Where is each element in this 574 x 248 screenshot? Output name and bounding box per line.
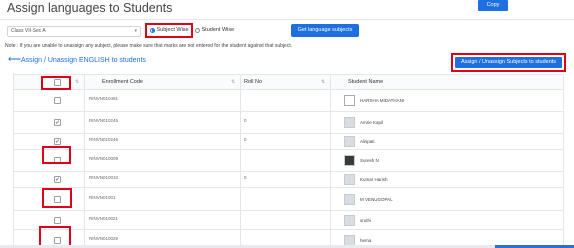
name-cell: sruthi [331, 211, 563, 229]
student-name: hema [360, 238, 372, 243]
table-row: RINVN010491 HARSHA MIDATHANI [14, 89, 563, 111]
broken-image-icon [344, 95, 355, 106]
radio-student-wise-label: Student Wise [201, 27, 235, 33]
highlight-checkbox-row-6 [42, 188, 72, 208]
student-name: HARSHA MIDATHANI [360, 98, 405, 103]
table-row: RINVN010010 0 Kumar Harish [14, 171, 563, 187]
assign-unassign-button[interactable]: Assign / Unassign Subjects to students [455, 57, 562, 68]
radio-unselected-icon [195, 27, 200, 33]
roll-cell: 0 [241, 112, 331, 133]
name-cell: HARSHA MIDATHANI [331, 90, 563, 111]
column-header-roll: Roll No [244, 79, 263, 85]
roll-number: 0 [244, 175, 247, 180]
students-table: ⇅ Enrollment Code ⇅ Roll No ⇅ Student Na… [13, 74, 564, 248]
name-cell: Alispati [331, 134, 563, 149]
avatar [344, 117, 355, 128]
filter-bar: Class VII-Sec A ▾ Subject Wise Student W… [0, 20, 574, 42]
roll-cell: 0 [241, 134, 331, 149]
radio-selected-icon [150, 27, 155, 33]
enrollment-cell: RINVN010246 [85, 134, 241, 149]
radio-subject-wise[interactable]: Subject Wise [150, 27, 189, 33]
row-checkbox[interactable] [54, 138, 61, 145]
student-name: M VENUGOPAL [360, 197, 393, 202]
copy-button[interactable]: Copy [478, 0, 508, 11]
roll-number: 0 [244, 137, 247, 142]
sort-icon[interactable]: ⇅ [75, 80, 80, 85]
sort-icon[interactable]: ⇅ [231, 80, 236, 85]
enrollment-code: RINVN010491 [89, 96, 119, 101]
header-name-cell: Student Name [331, 75, 563, 89]
enrollment-cell: RINVN010021 [85, 211, 241, 229]
note-text: Note : If you are unable to unassign any… [5, 43, 293, 49]
student-name: Amrie Kapil [360, 120, 384, 125]
highlight-assign-button: Assign / Unassign Subjects to students [451, 53, 566, 72]
avatar [344, 136, 355, 147]
roll-cell: 0 [241, 172, 331, 187]
enrollment-code: RINVN010029 [89, 236, 119, 241]
table-row: RINVN010245 0 Amrie Kapil [14, 111, 563, 133]
enrollment-cell: RINVN010491 [85, 90, 241, 111]
table-row: RINVN010246 0 Alispati [14, 133, 563, 149]
roll-cell [241, 211, 331, 229]
table-row: RINVN010021 sruthi [14, 210, 563, 229]
enrollment-code: RINVN010021 [89, 216, 119, 221]
avatar [344, 194, 355, 205]
table-row: RINVN01001 M VENUGOPAL [14, 187, 563, 210]
student-name: Alispati [360, 139, 375, 144]
select-cell [14, 112, 85, 133]
enrollment-cell: RINVN010010 [85, 172, 241, 187]
radio-student-wise[interactable]: Student Wise [195, 27, 234, 33]
roll-cell [241, 150, 331, 171]
enrollment-cell: RINVN01001 [85, 188, 241, 210]
page-header: Assign languages to Students Copy [0, 0, 574, 20]
section-header: ⟵ Assign / Unassign ENGLISH to students … [0, 52, 574, 72]
name-cell: M VENUGOPAL [331, 188, 563, 210]
roll-cell [241, 90, 331, 111]
student-name: sruthi [360, 218, 372, 223]
roll-number: 0 [244, 118, 247, 123]
enrollment-code: RINVN010245 [89, 118, 119, 123]
column-header-enrollment: Enrollment Code [102, 79, 143, 85]
table-header-row: ⇅ Enrollment Code ⇅ Roll No ⇅ Student Na… [14, 74, 563, 89]
section-title: Assign / Unassign ENGLISH to students [21, 57, 146, 64]
student-name: Kumar Harish [360, 177, 388, 182]
name-cell: Kumar Harish [331, 172, 563, 187]
enrollment-code: RINVN010010 [89, 175, 119, 180]
arrow-left-icon[interactable]: ⟵ [8, 55, 21, 64]
get-language-subjects-button[interactable]: Get language subjects [291, 24, 359, 37]
class-select-value: Class VII-Sec A [11, 28, 46, 34]
row-checkbox[interactable] [54, 97, 61, 104]
enrollment-code: RINVN010009 [89, 156, 119, 161]
highlight-checkbox-row-4 [42, 146, 71, 164]
header-enrollment-cell: Enrollment Code ⇅ [85, 75, 241, 89]
select-cell [14, 172, 85, 187]
column-header-name: Student Name [348, 79, 384, 85]
avatar [344, 215, 355, 226]
select-cell [14, 90, 85, 111]
row-checkbox[interactable] [54, 217, 61, 224]
name-cell: Amrie Kapil [331, 112, 563, 133]
student-name: Suresh N [360, 158, 379, 163]
row-checkbox[interactable] [54, 119, 61, 126]
enrollment-code: RINVN01001 [89, 195, 116, 200]
name-cell: Suresh N [331, 150, 563, 171]
highlight-select-all [41, 76, 71, 90]
table-row: RINVN010009 Suresh N [14, 149, 563, 171]
header-roll-cell: Roll No ⇅ [241, 75, 331, 89]
avatar [344, 155, 355, 166]
enrollment-code: RINVN010246 [89, 137, 119, 142]
page-title: Assign languages to Students [7, 1, 173, 15]
class-select[interactable]: Class VII-Sec A ▾ [7, 26, 141, 37]
roll-cell [241, 188, 331, 210]
row-checkbox[interactable] [54, 176, 61, 183]
avatar [344, 174, 355, 185]
chevron-down-icon: ▾ [134, 28, 137, 34]
sort-icon[interactable]: ⇅ [321, 80, 326, 85]
enrollment-cell: RINVN010245 [85, 112, 241, 133]
radio-subject-wise-label: Subject Wise [156, 27, 189, 33]
enrollment-cell: RINVN010009 [85, 150, 241, 171]
